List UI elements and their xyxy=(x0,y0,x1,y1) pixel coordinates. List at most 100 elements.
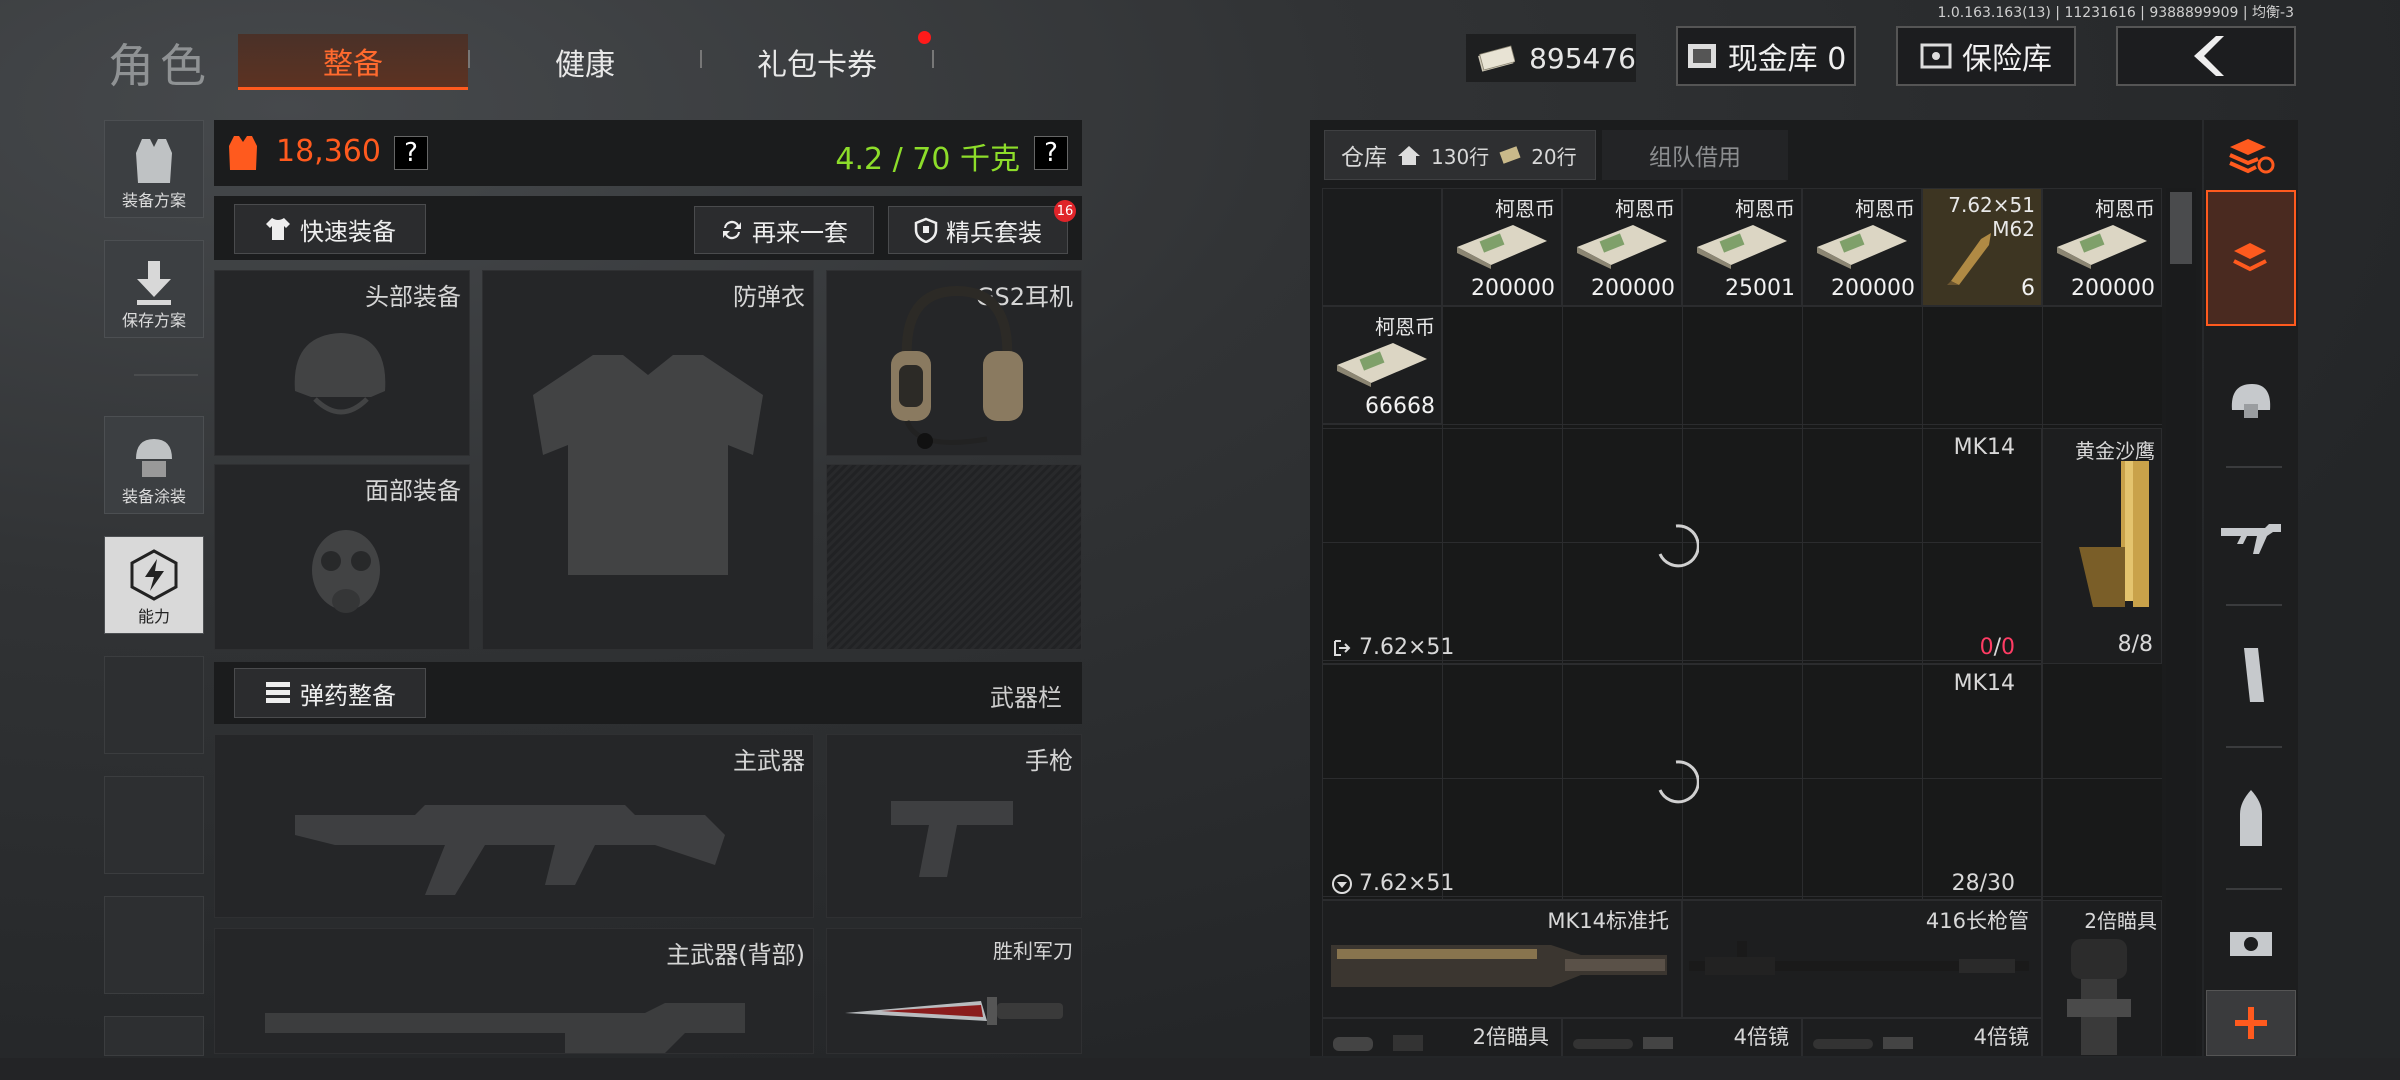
loadout-plan-label: 装备方案 xyxy=(121,191,186,210)
warehouse-scrollbar[interactable] xyxy=(2166,188,2196,1056)
weapon-name: MK14 xyxy=(1953,671,2015,696)
elite-set-button[interactable]: 精兵套装 xyxy=(888,206,1068,254)
cash-item[interactable]: 柯恩币 25001 xyxy=(1682,188,1802,306)
primary-back-slot[interactable]: 主武器(背部) xyxy=(214,928,814,1054)
shield-icon xyxy=(914,217,938,243)
item-count: 200000 xyxy=(2071,276,2155,301)
again-set-label: 再来一套 xyxy=(752,218,848,247)
scope-icon xyxy=(1333,1035,1423,1051)
weapon-ammo-count: 8/8 xyxy=(2117,632,2153,657)
loadout-plan-button[interactable]: 装备方案 xyxy=(104,120,204,218)
equipment-summary-bar: 18,360 ? 4.2 / 70 千克 ? xyxy=(214,120,1082,186)
ammo-item[interactable]: 7.62×51 M62 6 xyxy=(1922,188,2042,306)
part-item-scope-2x[interactable]: 2倍瞄具 xyxy=(1322,1018,1562,1056)
back-arrow-icon xyxy=(2194,36,2224,76)
part-item-scope-4x[interactable]: 4倍镜 xyxy=(1562,1018,1802,1056)
pistol-slot[interactable]: 手枪 xyxy=(826,734,1082,918)
face-slot[interactable]: 面部装备 xyxy=(214,464,470,650)
filter-divider xyxy=(2226,604,2282,606)
primary-weapon-slot[interactable]: 主武器 xyxy=(214,734,814,918)
add-filter-button[interactable] xyxy=(2206,990,2296,1056)
tab-health[interactable]: 健康 xyxy=(470,34,700,90)
cash-stack-icon xyxy=(1697,225,1787,269)
helmet-icon xyxy=(2231,384,2271,418)
shirt-icon xyxy=(266,218,290,240)
ability-button[interactable]: 能力 xyxy=(104,536,204,634)
equipment-value: 18,360 xyxy=(276,134,381,169)
armor-slot[interactable]: 防弹衣 xyxy=(482,270,814,650)
filter-attachment-button[interactable] xyxy=(2206,900,2296,984)
loading-spinner-icon xyxy=(1658,760,1699,804)
empty-nav-slot xyxy=(104,896,204,994)
item-count: 66668 xyxy=(1365,394,1435,419)
ammo-icon xyxy=(266,682,290,703)
magazine-icon xyxy=(2244,648,2264,702)
weapon-item-gold-deagle[interactable]: 黄金沙鹰 8/8 xyxy=(2042,428,2162,664)
cash-vault-button[interactable]: 现金库 0 xyxy=(1676,26,1856,86)
part-item-scope[interactable]: 2倍瞄具 xyxy=(2042,900,2162,1056)
part-name: 4倍镜 xyxy=(1733,1025,1789,1049)
part-item-scope-4x[interactable]: 4倍镜 xyxy=(1802,1018,2042,1056)
filter-refresh-button[interactable] xyxy=(2206,128,2296,184)
tab-equip[interactable]: 整备 xyxy=(238,34,468,90)
part-item-stock[interactable]: MK14标准托 xyxy=(1322,900,1682,1018)
filter-helmet-button[interactable] xyxy=(2206,340,2296,460)
warehouse-grid: 柯恩币 200000 柯恩币 200000 柯恩币 25001 柯恩币 2000… xyxy=(1322,188,2162,1056)
armor-slot-label: 防弹衣 xyxy=(733,283,805,311)
equipment-paint-button[interactable]: 装备涂装 xyxy=(104,416,204,514)
empty-cell[interactable] xyxy=(1322,188,1442,306)
knife-icon xyxy=(845,997,1063,1025)
save-plan-button[interactable]: 保存方案 xyxy=(104,240,204,338)
quick-equip-button[interactable]: 快速装备 xyxy=(234,204,426,254)
body-armor-icon xyxy=(533,355,763,575)
save-plan-label: 保存方案 xyxy=(121,311,186,330)
money-display: 895476 xyxy=(1466,34,1636,82)
warehouse-tab[interactable]: 仓库 130行 20行 xyxy=(1324,130,1596,180)
filter-all-button[interactable] xyxy=(2206,190,2296,326)
cash-item[interactable]: 柯恩币 200000 xyxy=(2042,188,2162,306)
ammo-prep-label: 弹药整备 xyxy=(300,681,396,710)
cash-item[interactable]: 柯恩币 200000 xyxy=(1442,188,1562,306)
filter-rifle-button[interactable] xyxy=(2206,478,2296,598)
team-borrow-tab[interactable]: 组队借用 xyxy=(1602,130,1788,180)
safe-icon xyxy=(1920,43,1952,69)
scope-icon xyxy=(1813,1037,1913,1049)
helmet-icon xyxy=(294,333,386,415)
knife-slot[interactable]: 胜利军刀 xyxy=(826,928,1082,1054)
safe-box-button[interactable]: 保险库 xyxy=(1896,26,2076,86)
home-icon xyxy=(1398,146,1420,165)
part-item-barrel[interactable]: 416长枪管 xyxy=(1682,900,2042,1018)
headset-slot[interactable]: GS2耳机 xyxy=(826,270,1082,456)
part-name: 4倍镜 xyxy=(1973,1025,2029,1049)
version-text: 1.0.163.163(13) | 11231616 | 9388899909 … xyxy=(1937,5,2295,21)
item-count: 200000 xyxy=(1471,276,1555,301)
filter-magazine-button[interactable] xyxy=(2206,616,2296,736)
empty-nav-slot xyxy=(104,776,204,874)
nav-divider xyxy=(134,374,198,376)
weapon-item-mk14[interactable]: MK14 7.62×51 0/0 xyxy=(1322,428,2042,664)
weight-help-button[interactable]: ? xyxy=(1034,136,1068,170)
tab-gift-cards[interactable]: 礼包卡券 xyxy=(702,34,932,90)
filter-ammo-button[interactable] xyxy=(2206,758,2296,878)
scrollbar-thumb[interactable] xyxy=(2170,192,2192,264)
primary-weapon-label: 主武器 xyxy=(733,747,805,775)
ticket-icon xyxy=(1499,146,1521,164)
cash-stack-icon xyxy=(1577,225,1667,269)
tab-divider xyxy=(932,50,934,68)
cash-item[interactable]: 柯恩币 200000 xyxy=(1562,188,1682,306)
cash-item[interactable]: 柯恩币 66668 xyxy=(1322,306,1442,424)
rifle-icon xyxy=(2221,524,2281,554)
page-title: 角色 xyxy=(108,39,212,93)
knife-label: 胜利军刀 xyxy=(993,939,1073,963)
ammo-prep-button[interactable]: 弹药整备 xyxy=(234,668,426,718)
money-value: 895476 xyxy=(1529,41,1636,75)
elite-set-badge: 16 xyxy=(1054,200,1076,222)
item-count: 200000 xyxy=(1831,276,1915,301)
weapon-item-mk14[interactable]: MK14 7.62×51 28/30 xyxy=(1322,664,2042,900)
value-help-button[interactable]: ? xyxy=(394,136,428,170)
again-set-button[interactable]: 再来一套 xyxy=(694,206,874,254)
mag-capacity: 0 xyxy=(2001,635,2015,660)
head-slot[interactable]: 头部装备 xyxy=(214,270,470,456)
back-button[interactable] xyxy=(2116,26,2296,86)
cash-item[interactable]: 柯恩币 200000 xyxy=(1802,188,1922,306)
